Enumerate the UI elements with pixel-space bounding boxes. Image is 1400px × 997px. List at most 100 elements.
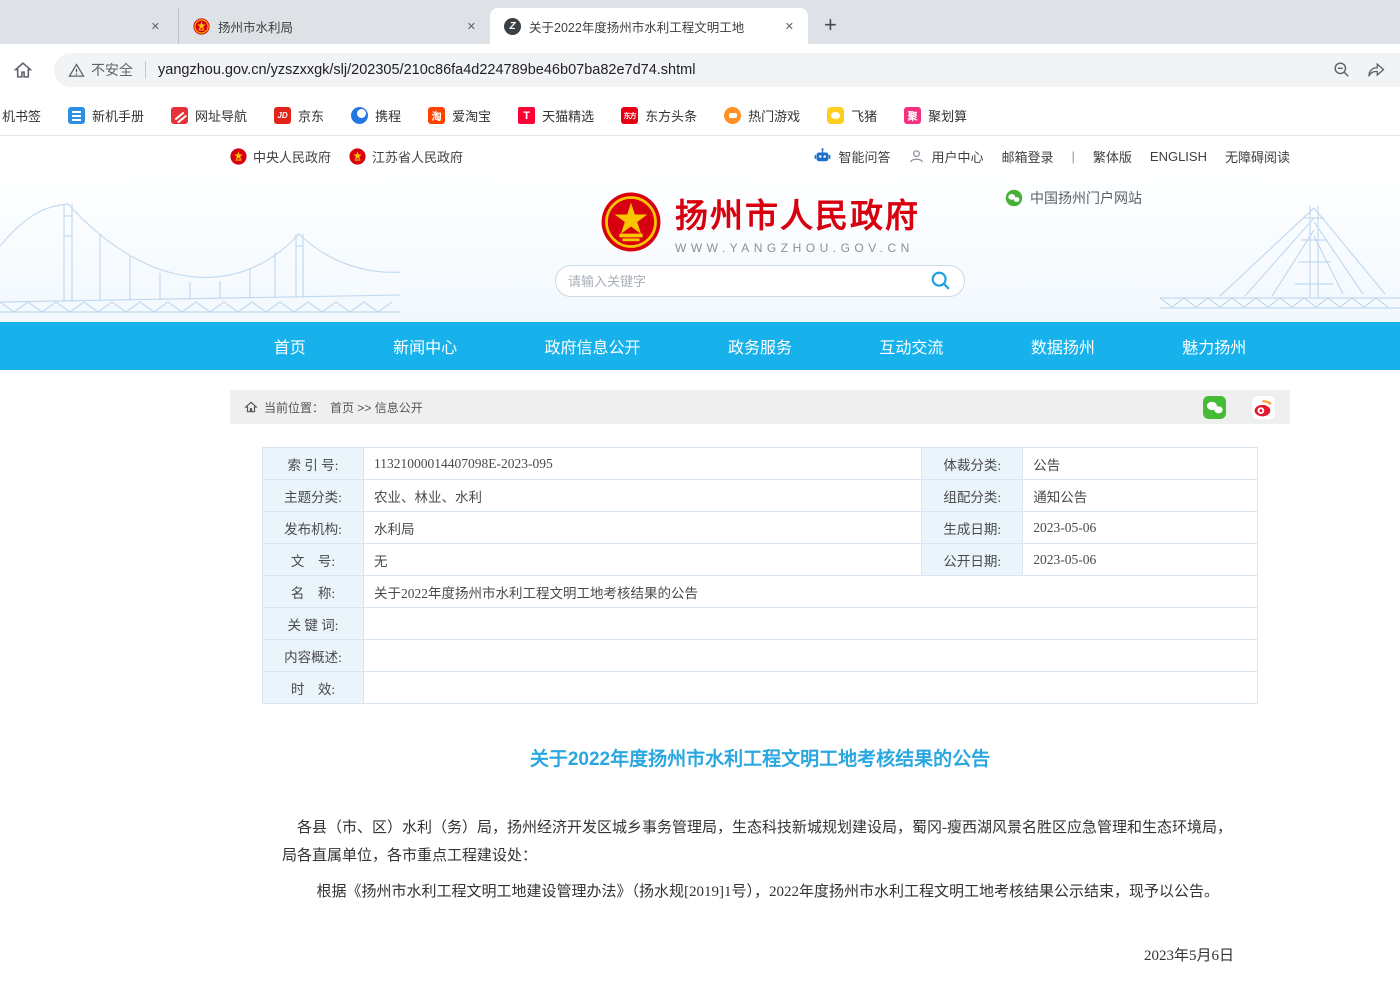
nav-services[interactable]: 政务服务 [728, 334, 792, 358]
main-nav: 首页 新闻中心 政府信息公开 政务服务 互动交流 数据扬州 魅力扬州 [0, 322, 1400, 370]
meta-label: 组配分类: [922, 480, 1023, 512]
wechat-share-icon[interactable] [1202, 395, 1227, 420]
bookmark-ctrip[interactable]: 携程 [351, 106, 401, 125]
site-favicon-icon: Z [504, 18, 521, 35]
zoom-out-icon[interactable] [1332, 60, 1352, 80]
meta-label: 名 称: [263, 576, 364, 608]
bookmark-tmall[interactable]: T天猫精选 [518, 106, 594, 125]
table-row: 关 键 词: [263, 608, 1258, 640]
portal-label: 中国扬州门户网站 [1030, 188, 1142, 208]
bookmark-juhuasuan[interactable]: 聚聚划算 [904, 106, 967, 125]
search-input[interactable] [568, 274, 930, 289]
meta-label: 生成日期: [922, 512, 1023, 544]
meta-label: 索 引 号: [263, 448, 364, 480]
link-jiangsu-gov[interactable]: 江苏省人民政府 [349, 147, 463, 166]
metadata-table: 索 引 号: 11321000014407098E-2023-095 体裁分类:… [262, 447, 1258, 704]
nav-home[interactable]: 首页 [274, 334, 306, 358]
link-central-gov[interactable]: 中央人民政府 [230, 147, 331, 166]
user-icon [908, 148, 925, 165]
security-label[interactable]: 不安全 [91, 60, 133, 80]
meta-value [364, 608, 1258, 640]
article-date: 2023年5月6日 [282, 942, 1238, 970]
tab-close-icon[interactable]: ✕ [147, 18, 164, 35]
bookmark-games[interactable]: 热门游戏 [724, 106, 800, 125]
meta-label: 内容概述: [263, 640, 364, 672]
jd-icon: JD [274, 107, 291, 124]
article-paragraph: 根据《扬州市水利工程文明工地建设管理办法》（扬水规[2019]1号），2022年… [282, 878, 1238, 906]
bookmark-label: 热门游戏 [748, 106, 800, 125]
bookmark-jd[interactable]: JD京东 [274, 106, 324, 125]
bookmark-nav-site[interactable]: 网址导航 [171, 106, 247, 125]
search-icon[interactable] [930, 270, 952, 292]
nav-info-disclosure[interactable]: 政府信息公开 [545, 334, 641, 358]
bookmarks-bar: 机书签 新机手册 网址导航 JD京东 携程 淘爱淘宝 T天猫精选 东方东方头条 … [0, 96, 1400, 136]
national-emblem-icon [230, 148, 247, 165]
national-emblem-icon [600, 191, 662, 253]
tab-close-icon[interactable]: ✕ [463, 18, 480, 35]
tab-title: 扬州市水利局 [218, 17, 455, 36]
national-emblem-icon [193, 18, 210, 35]
user-center-link[interactable]: 用户中心 [908, 147, 983, 166]
traditional-version-link[interactable]: 繁体版 [1093, 147, 1132, 166]
divider: | [1072, 149, 1075, 164]
new-tab-button[interactable]: + [824, 12, 837, 38]
bookmark-eastday[interactable]: 东方东方头条 [621, 106, 697, 125]
meta-value: 公告 [1023, 448, 1258, 480]
wechat-icon [1005, 189, 1023, 207]
portal-link[interactable]: 中国扬州门户网站 [1005, 188, 1142, 208]
table-row: 时 效: [263, 672, 1258, 704]
url-text[interactable]: yangzhou.gov.cn/yzszxxgk/slj/202305/210c… [158, 62, 1324, 78]
home-icon [244, 400, 258, 414]
content-area: 当前位置： 首页 >> 信息公开 索 引 号: 1132100001440709… [230, 390, 1290, 997]
table-row: 索 引 号: 11321000014407098E-2023-095 体裁分类:… [263, 448, 1258, 480]
bookmark-label: 携程 [375, 106, 401, 125]
english-version-link[interactable]: ENGLISH [1150, 149, 1207, 164]
url-nav-icon [171, 107, 188, 124]
share-icon[interactable] [1366, 60, 1386, 80]
nav-news[interactable]: 新闻中心 [393, 334, 457, 358]
table-row: 文 号: 无 公开日期: 2023-05-06 [263, 544, 1258, 576]
meta-value: 关于2022年度扬州市水利工程文明工地考核结果的公告 [364, 576, 1258, 608]
nav-interaction[interactable]: 互动交流 [879, 334, 943, 358]
home-button[interactable] [10, 57, 36, 83]
nav-data[interactable]: 数据扬州 [1031, 334, 1095, 358]
bookmark-label: 机书签 [2, 106, 41, 125]
bookmark-label: 爱淘宝 [452, 106, 491, 125]
manual-icon [68, 107, 85, 124]
table-row: 主题分类: 农业、林业、水利 组配分类: 通知公告 [263, 480, 1258, 512]
site-search-box[interactable] [555, 265, 965, 297]
nav-charm[interactable]: 魅力扬州 [1182, 334, 1246, 358]
fliggy-icon [827, 107, 844, 124]
eastday-icon: 东方 [621, 107, 638, 124]
address-bar[interactable]: 不安全 yangzhou.gov.cn/yzszxxgk/slj/202305/… [54, 53, 1400, 87]
taobao-icon: 淘 [428, 107, 445, 124]
tab-partial[interactable]: ✕ [0, 8, 178, 44]
meta-label: 时 效: [263, 672, 364, 704]
bookmark-label: 网址导航 [195, 106, 247, 125]
breadcrumb-path[interactable]: 首页 >> 信息公开 [330, 399, 423, 416]
accessibility-link[interactable]: 无障碍阅读 [1225, 147, 1290, 166]
bookmark-taobao[interactable]: 淘爱淘宝 [428, 106, 491, 125]
meta-value [364, 640, 1258, 672]
omnibox-divider [145, 61, 146, 79]
table-row: 发布机构: 水利局 生成日期: 2023-05-06 [263, 512, 1258, 544]
national-emblem-icon [349, 148, 366, 165]
article-body: 各县（市、区）水利（务）局，扬州经济开发区城乡事务管理局，生态科技新城规划建设局… [230, 814, 1290, 997]
link-label: 江苏省人民政府 [372, 147, 463, 166]
smart-qa-link[interactable]: 智能问答 [813, 147, 890, 166]
tab-title: 关于2022年度扬州市水利工程文明工地 [529, 17, 773, 36]
meta-value: 通知公告 [1023, 480, 1258, 512]
weibo-share-icon[interactable] [1251, 395, 1276, 420]
not-secure-warning-icon [68, 62, 85, 79]
bookmark-phone-bookmarks[interactable]: 机书签 [2, 106, 41, 125]
mail-login-link[interactable]: 邮箱登录 [1001, 147, 1053, 166]
meta-value: 农业、林业、水利 [364, 480, 922, 512]
breadcrumb: 当前位置： 首页 >> 信息公开 [230, 390, 1290, 424]
site-url-text: WWW.YANGZHOU.GOV.CN [675, 241, 920, 255]
tab-active-article[interactable]: Z 关于2022年度扬州市水利工程文明工地 ✕ [490, 8, 808, 44]
tab-water-bureau[interactable]: 扬州市水利局 ✕ [178, 8, 490, 44]
tab-close-icon[interactable]: ✕ [781, 18, 798, 35]
bookmark-fliggy[interactable]: 飞猪 [827, 106, 877, 125]
bookmark-manual[interactable]: 新机手册 [68, 106, 144, 125]
meta-value: 2023-05-06 [1023, 512, 1258, 544]
